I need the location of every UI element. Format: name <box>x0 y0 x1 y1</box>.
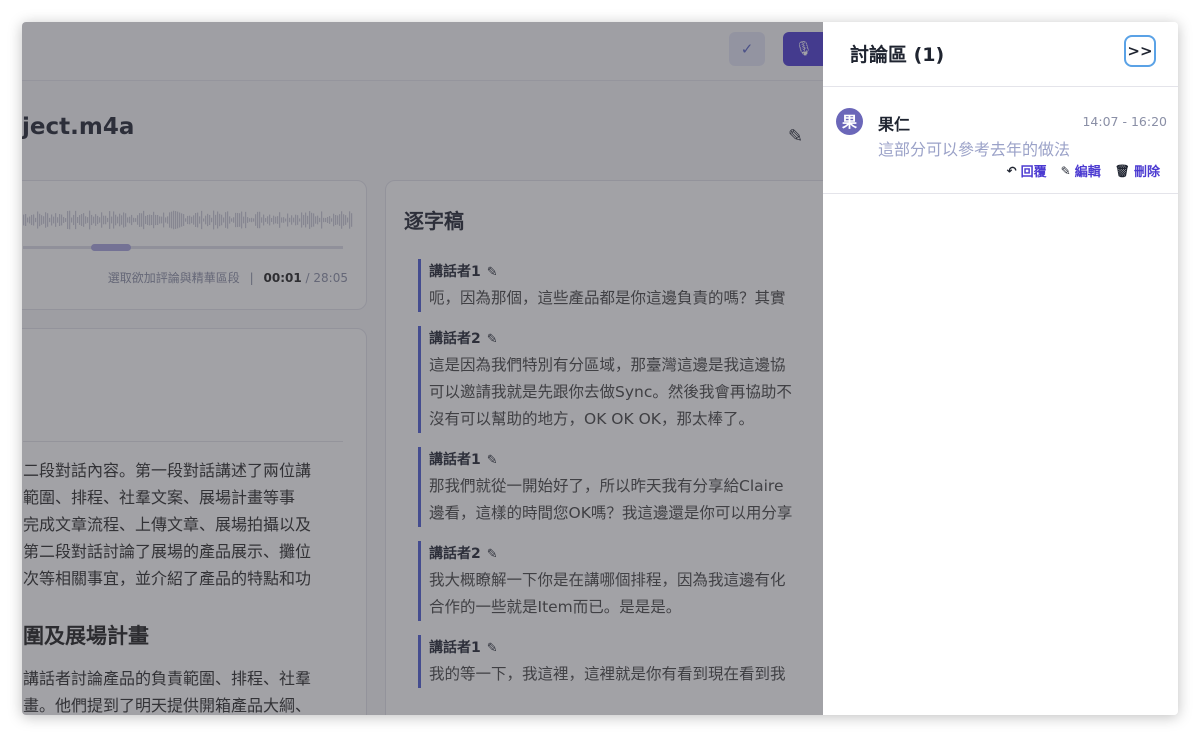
app-window: ✓ 🎙 ject.m4a ✎ 選取欲加評論與精華區段 | 00:01 / 28:… <box>22 22 1178 715</box>
collapse-panel-button[interactable]: >> <box>1124 35 1156 67</box>
avatar: 果 <box>836 108 863 135</box>
comment-actions: ↶ 回覆 ✎ 編輯 🗑 刪除 <box>1006 161 1160 181</box>
discussion-panel: 討論區 (1) >> 果 果仁 14:07 - 16:20 這部分可以參考去年的… <box>823 22 1178 715</box>
trash-icon: 🗑 <box>1114 163 1130 178</box>
double-chevron-right-icon: >> <box>1127 42 1153 60</box>
delete-label: 刪除 <box>1133 165 1160 180</box>
comment-item: 果 果仁 14:07 - 16:20 這部分可以參考去年的做法 ↶ 回覆 ✎ 編… <box>823 88 1178 194</box>
comment-text: 這部分可以參考去年的做法 <box>878 140 1071 159</box>
comment-author: 果仁 <box>878 115 911 134</box>
edit-button[interactable]: ✎ 編輯 <box>1060 161 1101 181</box>
edit-label: 編輯 <box>1074 165 1101 180</box>
delete-button[interactable]: 🗑 刪除 <box>1114 161 1160 181</box>
modal-overlay[interactable] <box>22 22 823 715</box>
reply-button[interactable]: ↶ 回覆 <box>1006 161 1047 181</box>
comment-time-range[interactable]: 14:07 - 16:20 <box>1082 114 1167 129</box>
discussion-title: 討論區 (1) <box>850 44 945 66</box>
reply-label: 回覆 <box>1020 165 1047 180</box>
reply-icon: ↶ <box>1006 163 1017 178</box>
pencil-icon: ✎ <box>1060 163 1071 178</box>
discussion-header: 討論區 (1) >> <box>823 22 1178 87</box>
